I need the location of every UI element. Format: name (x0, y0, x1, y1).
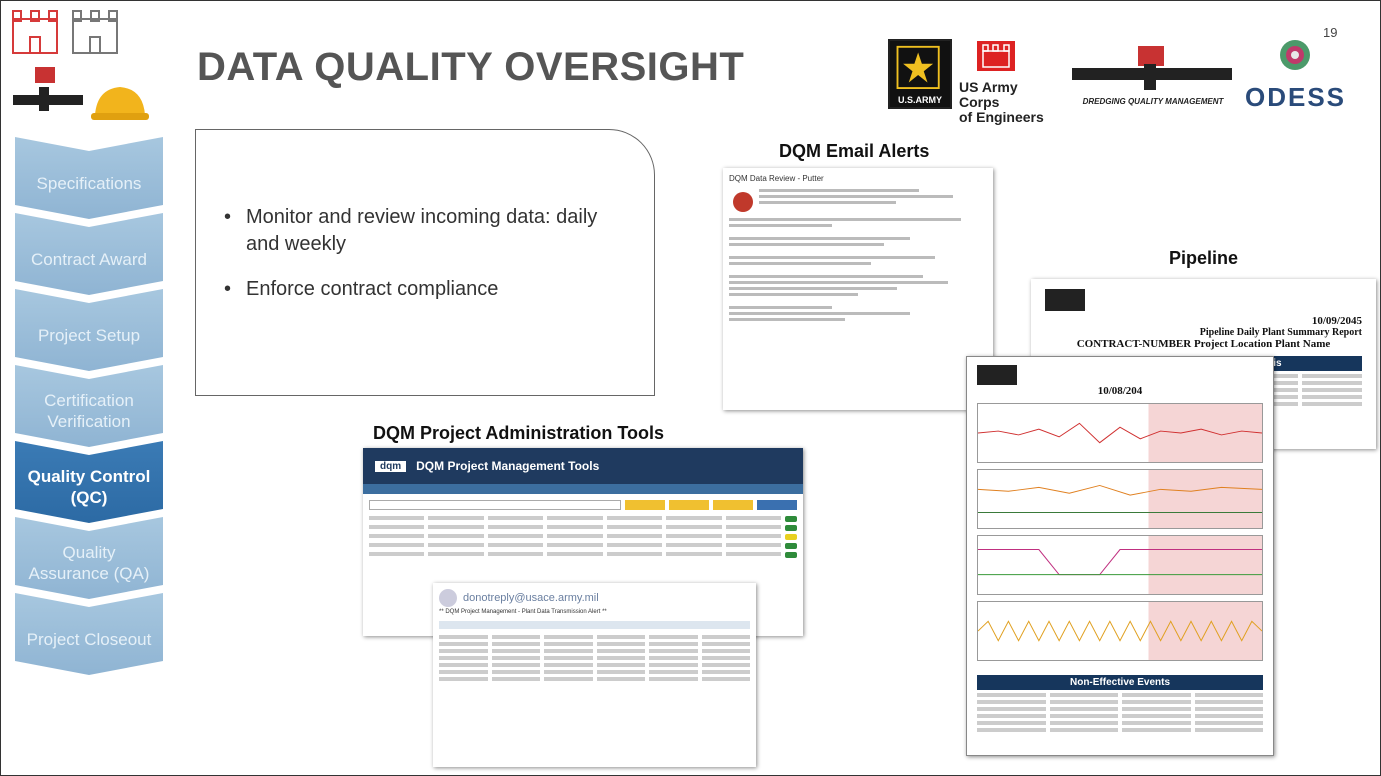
chart-panel-4 (977, 601, 1263, 661)
nav-item-certification-verification[interactable]: Certification Verification (15, 365, 163, 447)
nav-label: Quality Assurance (QA) (28, 543, 150, 583)
chart-panel-2 (977, 469, 1263, 529)
report-subtitle: CONTRACT-NUMBER Project Location Plant N… (1076, 338, 1331, 350)
alert-subject: ** DQM Project Management - Plant Data T… (439, 609, 607, 615)
tools-header-title: DQM Project Management Tools (416, 459, 600, 473)
nav-item-specifications[interactable]: Specifications (15, 137, 163, 219)
hardhat-icon (89, 81, 151, 123)
tools-header-bar: dqm DQM Project Management Tools (363, 448, 803, 484)
nav-label: Specifications (36, 173, 142, 193)
us-army-logo: U.S.ARMY (888, 39, 952, 109)
bullet-item: Enforce contract compliance (224, 276, 634, 303)
bullet-item: Monitor and review incoming data: daily … (224, 204, 634, 258)
events-table-header: Non-Effective Events (977, 675, 1263, 690)
nav-item-quality-control[interactable]: Quality Control (QC) (15, 441, 163, 523)
pipeline-chart-report: 10/08/204 Non-Effective Events (966, 356, 1274, 756)
chart-date: 10/08/204 (1097, 385, 1143, 397)
transmission-alert-screenshot: donotreply@usace.army.mil ** DQM Project… (433, 583, 756, 767)
nav-item-quality-assurance[interactable]: Quality Assurance (QA) (15, 517, 163, 599)
dqm-logo: DREDGING QUALITY MANAGEMENT (1068, 46, 1238, 106)
report-title: Pipeline Daily Plant Summary Report (1199, 327, 1362, 338)
alert-avatar-icon (439, 589, 457, 607)
pipeline-label: Pipeline (1169, 248, 1239, 268)
email-alerts-label: DQM Email Alerts (779, 141, 930, 161)
report-date: 10/09/2045 (1311, 315, 1362, 327)
slide: Specifications Contract Award Project Se… (0, 0, 1381, 776)
odess-logo: ODESS (1245, 35, 1375, 113)
nav-label: Project Setup (37, 325, 141, 345)
chart-panel-1 (977, 403, 1263, 463)
usace-line2: of Engineers (959, 109, 1044, 125)
usace-castle-icon-gray (71, 9, 119, 55)
admin-tools-label: DQM Project Administration Tools (373, 423, 665, 443)
nav-label: Contract Award (31, 249, 147, 269)
email-alert-screenshot: DQM Data Review - Putter (723, 168, 993, 410)
usace-logo: US Army Corps of Engineers (959, 39, 1059, 125)
dqm-logo-text: DREDGING QUALITY MANAGEMENT (1082, 97, 1224, 106)
army-logo-text: U.S.ARMY (897, 95, 942, 105)
usace-castle-icon-red (11, 9, 59, 55)
email-header: DQM Data Review - Putter (729, 174, 824, 183)
nav-label: Certification Verification (44, 391, 134, 431)
odess-logo-text: ODESS (1245, 82, 1347, 112)
dqm-logo-small (9, 63, 87, 123)
alert-sender: donotreply@usace.army.mil (463, 592, 599, 604)
sender-avatar-icon (733, 192, 753, 212)
process-sidebar: Specifications Contract Award Project Se… (15, 137, 163, 675)
bullet-box: Monitor and review incoming data: daily … (195, 129, 655, 396)
chart-logo-icon (977, 365, 1017, 385)
nav-item-project-setup[interactable]: Project Setup (15, 289, 163, 371)
chart-panel-3 (977, 535, 1263, 595)
nav-item-project-closeout[interactable]: Project Closeout (15, 593, 163, 675)
tools-tabs (363, 484, 803, 494)
slide-title: DATA QUALITY OVERSIGHT (197, 45, 745, 89)
usace-line1: US Army Corps (959, 79, 1018, 110)
nav-item-contract-award[interactable]: Contract Award (15, 213, 163, 295)
nav-label: Project Closeout (26, 629, 152, 649)
nav-label: Quality Control (QC) (27, 467, 151, 507)
tools-logo-icon: dqm (375, 460, 407, 472)
report-logo-icon (1045, 289, 1085, 311)
